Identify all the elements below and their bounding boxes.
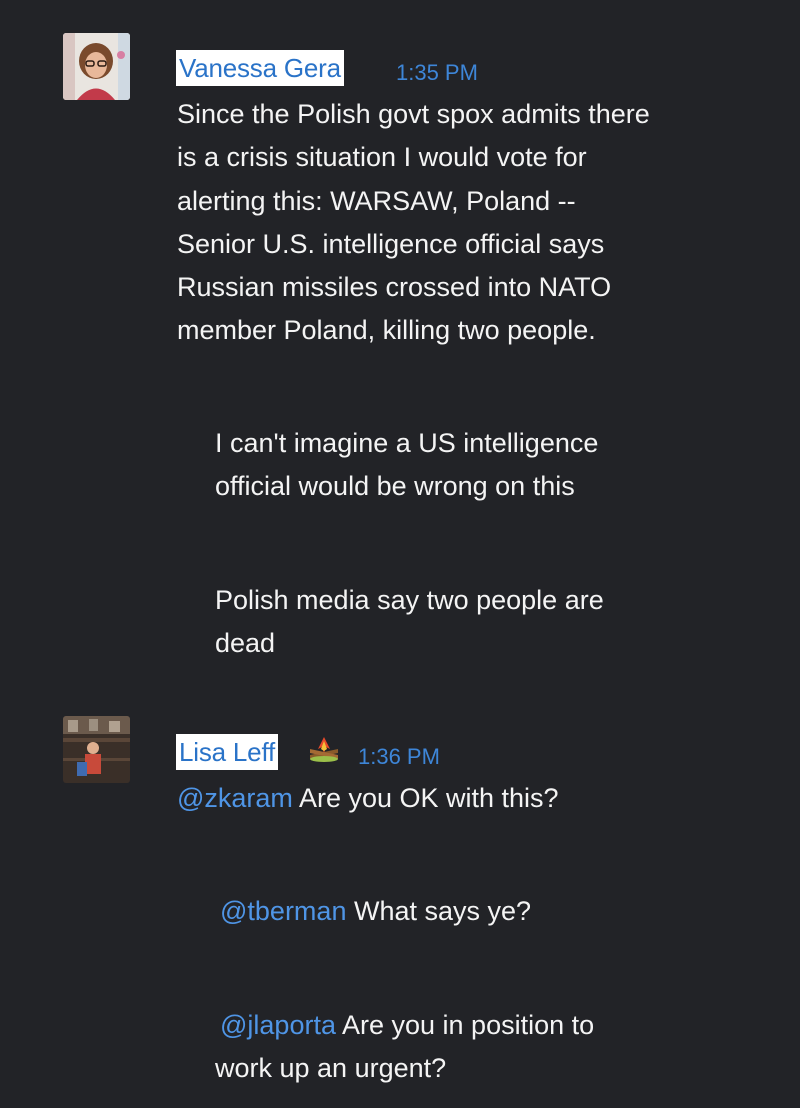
user-mention[interactable]: @jlaporta (220, 1010, 336, 1040)
message-line: Senior U.S. intelligence official says (177, 228, 605, 259)
message-line: alerting this: WARSAW, Poland -- (177, 185, 576, 216)
message-line: dead (215, 628, 276, 659)
message-line: work up an urgent? (215, 1053, 447, 1084)
message-line: is a crisis situation I would vote for (177, 142, 587, 173)
avatar-lisa-leff-icon (63, 716, 130, 783)
message-line: member Poland, killing two people. (177, 315, 596, 346)
avatar[interactable] (63, 716, 130, 783)
message-line: Russian missiles crossed into NATO (177, 272, 612, 303)
campfire-emoji-icon (310, 737, 338, 762)
followup-message: I can't imagine a US intelligence offici… (215, 422, 598, 509)
message-body: Since the Polish govt spox admits there … (177, 93, 650, 353)
followup-message: @tberman What says ye? (220, 890, 531, 933)
message-text: Are you in position to (341, 1010, 595, 1040)
avatar-vanessa-gera-icon (63, 33, 130, 100)
message-body: @zkaram Are you OK with this? (177, 777, 559, 820)
user-mention[interactable]: @tberman (220, 896, 346, 926)
message-timestamp[interactable]: 1:36 PM (358, 744, 440, 770)
followup-message: @jlaporta Are you in position to work up… (215, 1004, 594, 1091)
user-mention[interactable]: @zkaram (177, 783, 293, 813)
message-timestamp[interactable]: 1:35 PM (396, 60, 478, 86)
followup-message: Polish media say two people are dead (215, 579, 604, 666)
message-line: Since the Polish govt spox admits there (177, 99, 650, 129)
message-line: I can't imagine a US intelligence (215, 428, 599, 458)
avatar[interactable] (63, 33, 130, 100)
author-name[interactable]: Vanessa Gera (176, 50, 344, 86)
message-line: Polish media say two people are (215, 585, 604, 615)
message-text: Are you OK with this? (298, 783, 559, 813)
author-name[interactable]: Lisa Leff (176, 734, 279, 770)
message-line: @jlaporta Are you in position to (215, 1004, 594, 1047)
message-text: What says ye? (353, 896, 532, 926)
message-line: official would be wrong on this (215, 471, 575, 502)
